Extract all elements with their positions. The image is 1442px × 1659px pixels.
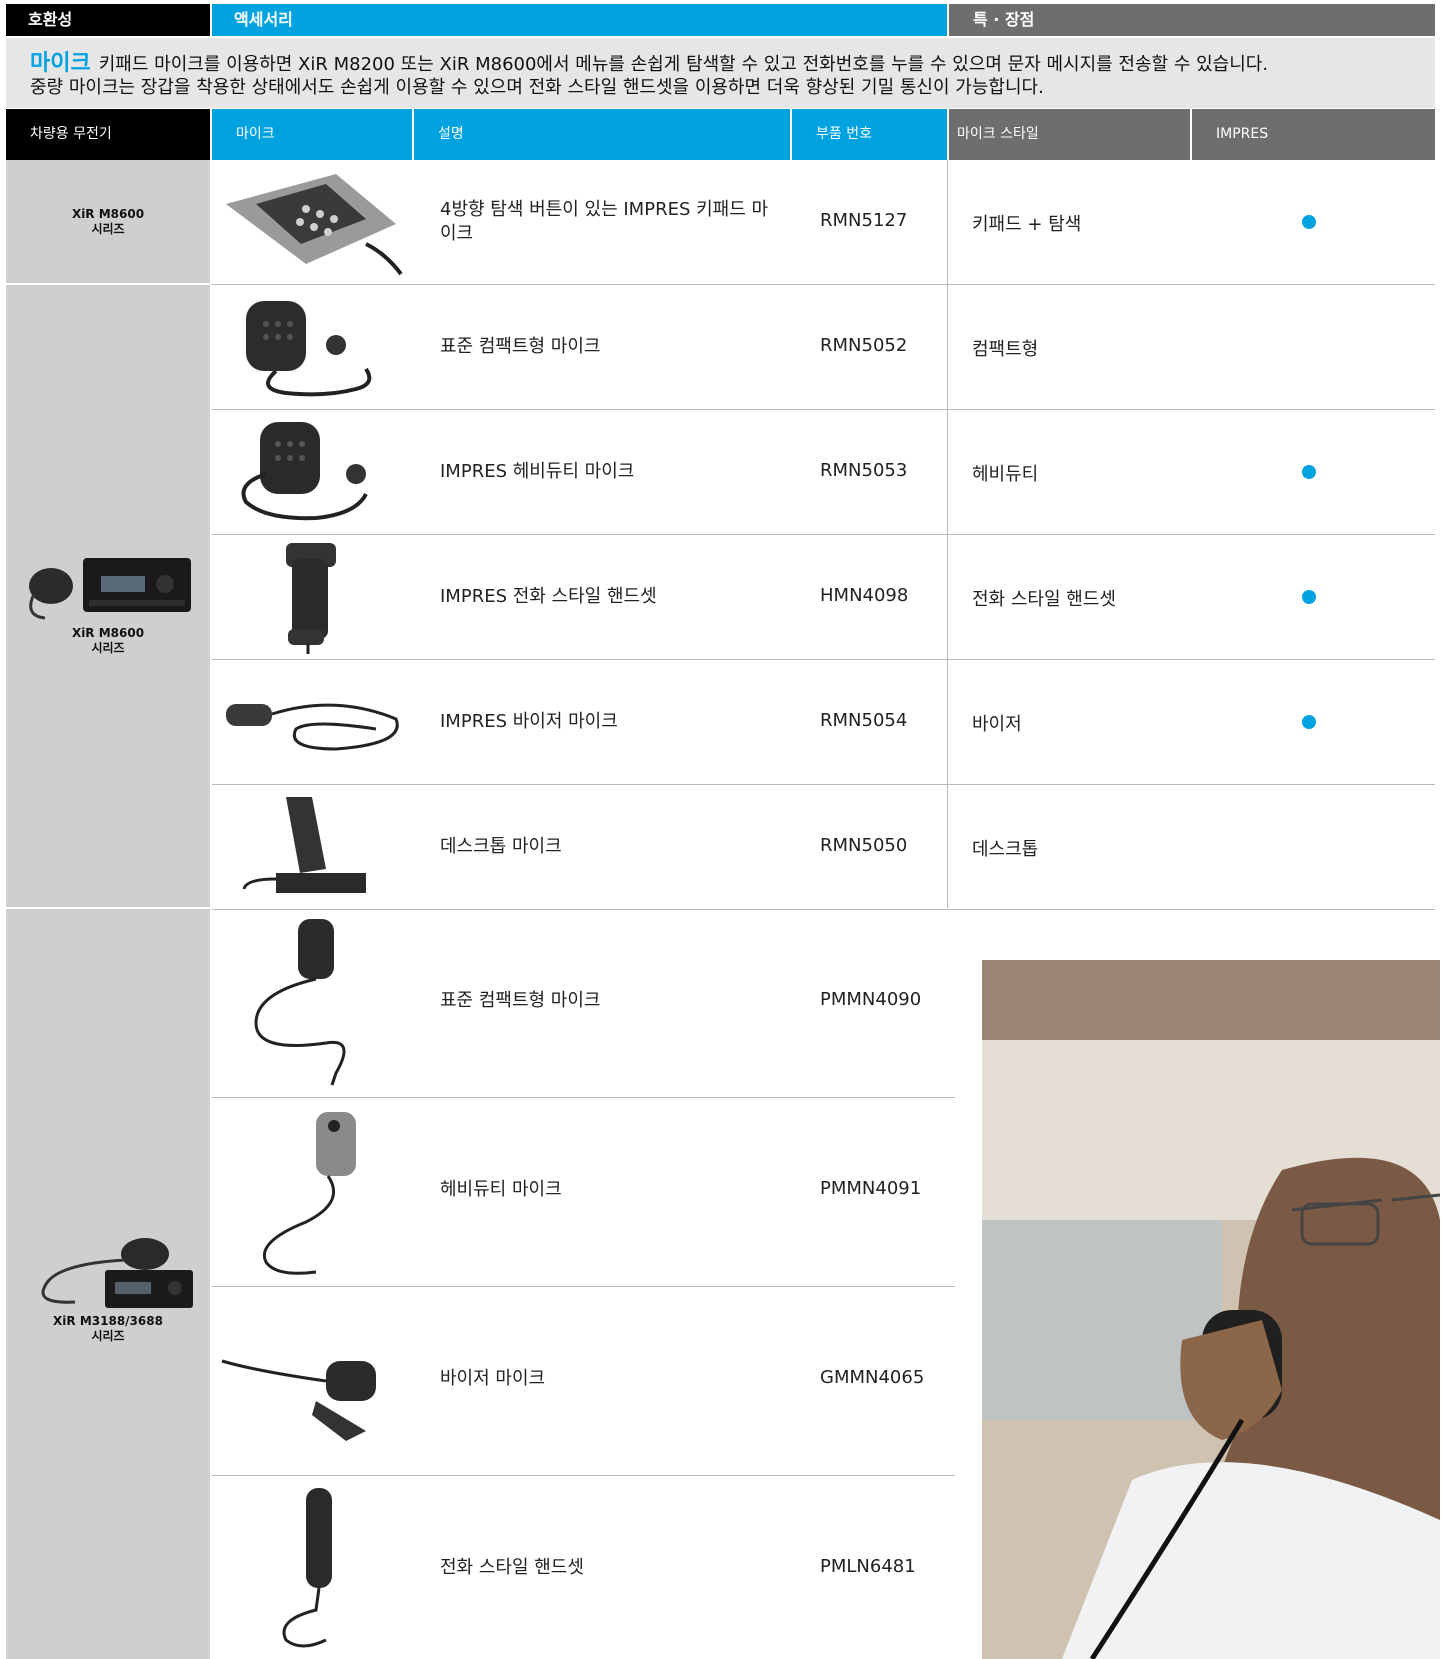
impres-indicator (1302, 215, 1316, 229)
row-part-number: PMLN6481 (820, 1556, 916, 1577)
compat-name: XiR M8600 (71, 626, 145, 640)
intro-lead: 마이크 (30, 51, 91, 76)
row-part-number: RMN5050 (820, 835, 908, 856)
row-description: IMPRES 헤비듀티 마이크 (440, 461, 635, 482)
table-row: 전화 스타일 핸드셋 PMLN6481 (212, 1476, 955, 1659)
telephone-handset-icon (282, 1488, 332, 1648)
header-features: 특 · 장점 (949, 4, 1435, 36)
visor-mic-icon (226, 703, 399, 751)
col-description: 설명 (414, 109, 790, 160)
row-description: 전화 스타일 핸드셋 (440, 1557, 584, 1578)
row-mic-style: 컴팩트형 (972, 339, 1039, 360)
compat-name: XiR M3188/3688 (53, 1314, 163, 1328)
visor-mic-icon (221, 1359, 376, 1441)
col-mic-style: 마이크 스타일 (949, 109, 1190, 160)
row-description: IMPRES 전화 스타일 핸드셋 (440, 586, 657, 607)
table-row: 4방향 탐색 버튼이 있는 IMPRES 키패드 마이크 RMN5127 키패드… (212, 160, 1435, 285)
intro-line-2: 중량 마이크는 장갑을 착용한 상태에서도 손쉽게 이용할 수 있으며 전화 스… (30, 77, 1044, 98)
heavy-duty-mic-icon (263, 1112, 356, 1275)
table-row: 표준 컴팩트형 마이크 RMN5052 컴팩트형 (212, 285, 1435, 410)
col-mic: 마이크 (212, 109, 412, 160)
table-row: IMPRES 바이저 마이크 RMN5054 바이저 (212, 660, 1435, 785)
row-description: 데스크톱 마이크 (440, 836, 562, 857)
compat-name: XiR M8600 (71, 206, 145, 221)
col-vehicle-radio: 차량용 무전기 (6, 109, 210, 160)
row-part-number: RMN5054 (820, 710, 908, 731)
keypad-mic-icon (226, 174, 403, 276)
compat-group-2: XiR M8600 시리즈 (6, 285, 210, 908)
compact-mic-icon (254, 919, 346, 1086)
row-part-number: PMMN4090 (820, 989, 922, 1010)
row-part-number: RMN5052 (820, 335, 908, 356)
table-row: IMPRES 전화 스타일 핸드셋 HMN4098 전화 스타일 핸드셋 (212, 535, 1435, 660)
table-row: 헤비듀티 마이크 PMMN4091 (212, 1098, 955, 1287)
row-part-number: HMN4098 (820, 585, 909, 606)
table-row: 바이저 마이크 GMMN4065 (212, 1287, 955, 1476)
compat-group-3: XiR M3188/3688 시리즈 (6, 909, 210, 1659)
heavy-duty-mic-icon (241, 422, 368, 521)
row-mic-style: 바이저 (972, 714, 1022, 735)
row-description: 표준 컴팩트형 마이크 (440, 336, 601, 357)
row-mic-style: 키패드 + 탐색 (972, 214, 1082, 235)
man-using-mic-photo (982, 960, 1440, 1659)
impres-indicator (1302, 465, 1316, 479)
row-description: 표준 컴팩트형 마이크 (440, 990, 601, 1011)
desktop-mic-icon (242, 797, 366, 893)
compat-group-1: XiR M8600 시리즈 (6, 160, 210, 284)
telephone-handset-icon (286, 543, 336, 654)
row-part-number: RMN5053 (820, 460, 908, 481)
mobile-radio-image (29, 558, 191, 620)
row-mic-style: 데스크톱 (972, 839, 1039, 860)
row-part-number: RMN5127 (820, 210, 908, 231)
compact-mic-icon (246, 301, 372, 397)
compat-sub: 시리즈 (91, 641, 125, 655)
header-accessories: 액세서리 (212, 4, 947, 36)
impres-indicator (1302, 715, 1316, 729)
compat-sub: 시리즈 (91, 221, 125, 236)
impres-indicator (1302, 590, 1316, 604)
intro-text: 마이크 키패드 마이크를 이용하면 XiR M8200 또는 XiR M8600에… (6, 38, 1435, 108)
mobile-radio-image (41, 1238, 193, 1308)
row-description: 헤비듀티 마이크 (440, 1179, 562, 1200)
row-part-number: GMMN4065 (820, 1367, 925, 1388)
table-row: 표준 컴팩트형 마이크 PMMN4090 (212, 909, 955, 1098)
col-impres: IMPRES (1192, 109, 1435, 160)
intro-line-1: 마이크 키패드 마이크를 이용하면 XiR M8200 또는 XiR M8600에… (30, 51, 1269, 76)
table-row: 데스크톱 마이크 RMN5050 데스크톱 (212, 785, 1435, 910)
header-compatibility: 호환성 (6, 4, 210, 36)
row-mic-style: 전화 스타일 핸드셋 (972, 589, 1116, 610)
row-description: 바이저 마이크 (440, 1368, 546, 1389)
row-mic-style: 헤비듀티 (972, 464, 1039, 485)
compat-sub: 시리즈 (91, 1329, 125, 1343)
row-part-number: PMMN4091 (820, 1178, 922, 1199)
table-row: IMPRES 헤비듀티 마이크 RMN5053 헤비듀티 (212, 410, 1435, 535)
row-description: IMPRES 바이저 마이크 (440, 711, 618, 732)
row-description: 4방향 탐색 버튼이 있는 IMPRES 키패드 마이크 (440, 199, 769, 244)
col-part-number: 부품 번호 (792, 109, 947, 160)
